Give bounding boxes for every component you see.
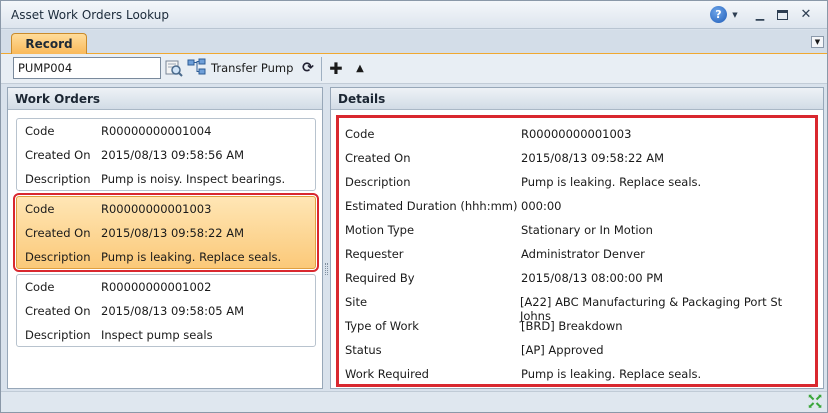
chevron-down-icon[interactable]: ▼: [811, 36, 824, 48]
details-header: Details: [331, 88, 823, 110]
work-orders-header: Work Orders: [8, 88, 322, 110]
panel-splitter[interactable]: [325, 263, 328, 275]
add-icon[interactable]: ✚: [327, 59, 345, 78]
description-label: Description: [25, 250, 91, 264]
description-value: Pump is leaking. Replace seals.: [101, 250, 282, 264]
work-order-card[interactable]: Code R00000000001004 Created On 2015/08/13…: [16, 118, 316, 191]
tab-record[interactable]: Record: [11, 33, 87, 54]
detail-label: Created On: [345, 151, 411, 165]
code-label: Code: [25, 280, 55, 294]
detail-value: Pump is leaking. Replace seals.: [521, 367, 702, 381]
window-title: Asset Work Orders Lookup: [11, 8, 169, 22]
description-label: Description: [25, 328, 91, 342]
created-label: Created On: [25, 148, 91, 162]
code-value: R00000000001004: [101, 124, 212, 138]
created-value: 2015/08/13 09:58:22 AM: [101, 226, 245, 240]
detail-label: Requester: [345, 247, 404, 261]
lookup-window: Asset Work Orders Lookup ? ▼ ▁ ✕ Record …: [0, 0, 828, 413]
toolbar: Transfer Pump ⟳ ✚ ▲: [1, 54, 827, 84]
maximize-icon[interactable]: [774, 6, 790, 23]
detail-label: Status: [345, 343, 382, 357]
detail-value: [AP] Approved: [521, 343, 604, 357]
detail-label: Site: [345, 295, 368, 309]
transfer-pump-label: Transfer Pump: [211, 61, 294, 75]
help-dropdown-icon[interactable]: ▼: [730, 6, 740, 23]
detail-value: Stationary or In Motion: [521, 223, 653, 237]
detail-value: R00000000001003: [521, 127, 632, 141]
detail-value: Pump is leaking. Replace seals.: [521, 175, 702, 189]
detail-value: 2015/08/13 08:00:00 PM: [521, 271, 664, 285]
asset-search-input[interactable]: [13, 57, 161, 79]
transfer-pump-button[interactable]: Transfer Pump: [187, 57, 297, 79]
toolbar-divider: [321, 57, 322, 81]
detail-label: Motion Type: [345, 223, 415, 237]
created-value: 2015/08/13 09:58:05 AM: [101, 304, 245, 318]
detail-value: [BRD] Breakdown: [521, 319, 623, 333]
created-label: Created On: [25, 226, 91, 240]
work-order-card[interactable]: Code R00000000001002 Created On 2015/08/13…: [16, 274, 316, 347]
transfer-icon: [187, 58, 207, 79]
code-label: Code: [25, 124, 55, 138]
detail-label: Required By: [345, 271, 415, 285]
detail-label: Work Required: [345, 367, 429, 381]
close-icon[interactable]: ✕: [798, 6, 814, 23]
details-panel: Details Code R00000000001003 Created On 20…: [330, 87, 824, 389]
created-value: 2015/08/13 09:58:56 AM: [101, 148, 245, 162]
work-order-card-selected[interactable]: Code R00000000001003 Created On 2015/08/13…: [13, 193, 319, 272]
tab-strip: Record ▼: [1, 30, 827, 54]
detail-value: Administrator Denver: [521, 247, 645, 261]
detail-label: Estimated Duration (hhh:mm): [345, 199, 518, 213]
move-up-icon[interactable]: ▲: [351, 59, 369, 77]
description-label: Description: [25, 172, 91, 186]
description-value: Inspect pump seals: [101, 328, 213, 342]
minimize-icon[interactable]: ▁: [752, 6, 768, 23]
details-list: Code R00000000001003 Created On 2015/08/13…: [336, 115, 818, 387]
resize-grip-icon[interactable]: ⬉⬈ ⬋⬊: [807, 394, 823, 411]
detail-label: Type of Work: [345, 319, 419, 333]
detail-label: Code: [345, 127, 375, 141]
help-icon[interactable]: ?: [710, 6, 727, 23]
title-bar: Asset Work Orders Lookup ? ▼ ▁ ✕: [1, 1, 827, 29]
code-label: Code: [25, 202, 55, 216]
detail-label: Description: [345, 175, 411, 189]
description-value: Pump is noisy. Inspect bearings.: [101, 172, 286, 186]
refresh-icon[interactable]: ⟳: [299, 59, 317, 77]
created-label: Created On: [25, 304, 91, 318]
detail-value: 000:00: [521, 199, 562, 213]
detail-value: [A22] ABC Manufacturing & Packaging Port…: [519, 295, 783, 323]
code-value: R00000000001003: [101, 202, 212, 216]
detail-value: 2015/08/13 09:58:22 AM: [521, 151, 665, 165]
work-orders-panel: Work Orders Code R00000000001004 Created …: [7, 87, 323, 389]
code-value: R00000000001002: [101, 280, 212, 294]
status-bar: [1, 391, 827, 412]
lookup-icon[interactable]: [164, 58, 184, 78]
